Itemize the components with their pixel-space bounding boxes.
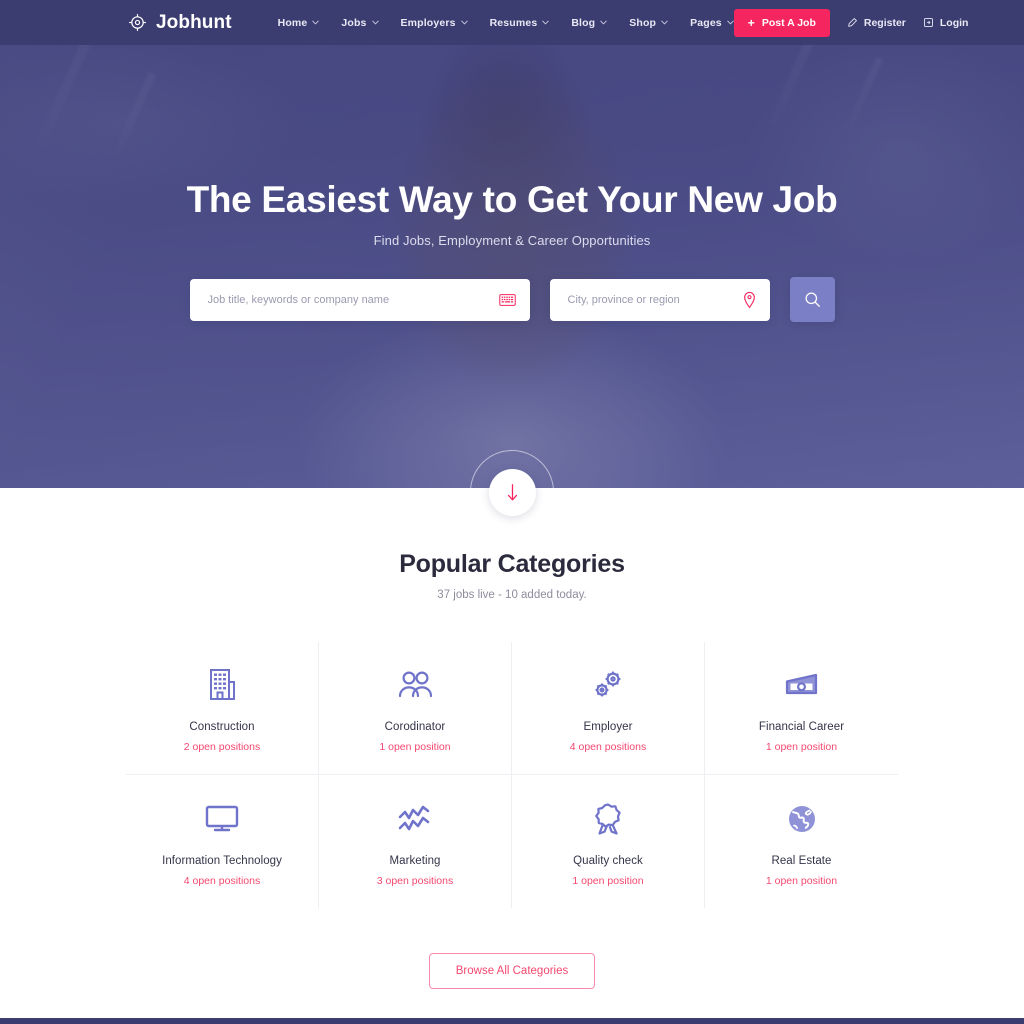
- nav-actions: + Post A Job Register Login: [733, 8, 969, 37]
- category-count: 1 open position: [572, 874, 644, 887]
- category-count: 1 open position: [765, 874, 838, 887]
- nav-item-shop[interactable]: Shop: [629, 17, 668, 29]
- brand-logo[interactable]: Jobhunt: [128, 12, 232, 34]
- popular-categories-section: Popular Categories 37 jobs live - 10 add…: [0, 488, 1024, 989]
- nav-item-label: Pages: [690, 16, 722, 29]
- nav-item-jobs[interactable]: Jobs: [341, 16, 379, 29]
- nav-item-pages[interactable]: Pages: [690, 17, 734, 29]
- category-name: Financial Career: [758, 721, 845, 733]
- category-count: 1 open position: [765, 741, 838, 753]
- gears-icon: [591, 663, 625, 707]
- category-name: Corodinator: [384, 721, 446, 733]
- category-name: Quality check: [573, 854, 643, 867]
- category-count: 3 open positions: [376, 874, 454, 887]
- nav-item-label: Employers: [400, 16, 456, 29]
- category-name: Information Technology: [162, 854, 282, 867]
- hero-content: The Easiest Way to Get Your New Job Find…: [0, 0, 1024, 488]
- category-name: Marketing: [389, 854, 441, 867]
- hero-section: Jobhunt Home Jobs Employers Resumes Blog: [0, 0, 1024, 488]
- category-card-real-estate[interactable]: Real Estate 1 open position: [705, 775, 898, 908]
- categories-grid: Construction 2 open positions Corodinato…: [126, 642, 898, 908]
- nav-item-label: Blog: [571, 16, 596, 29]
- category-card-financial-career[interactable]: Financial Career 1 open position: [705, 642, 898, 775]
- hero-subtitle: Find Jobs, Employment & Career Opportuni…: [373, 233, 651, 249]
- location-field-wrap: [549, 278, 770, 321]
- globe-icon: [786, 797, 818, 841]
- footer-top-bar: [0, 1018, 1024, 1024]
- category-count: 4 open positions: [183, 874, 261, 887]
- section-title: Popular Categories: [399, 550, 625, 578]
- chevron-down-icon: [542, 20, 550, 25]
- login-label: Login: [939, 16, 969, 29]
- chevron-down-icon: [661, 20, 668, 25]
- location-search-input[interactable]: [549, 278, 770, 321]
- chart-zigzag-icon: [397, 797, 433, 841]
- chevron-down-icon: [460, 20, 468, 25]
- category-card-marketing[interactable]: Marketing 3 open positions: [319, 775, 512, 908]
- login-card-icon: [923, 18, 933, 27]
- arrow-down-icon: [507, 483, 517, 500]
- navbar: Jobhunt Home Jobs Employers Resumes Blog: [0, 0, 1024, 45]
- chevron-down-icon: [371, 20, 379, 25]
- category-count: 2 open positions: [183, 741, 261, 753]
- plus-icon: +: [747, 15, 755, 30]
- category-card-corodinator[interactable]: Corodinator 1 open position: [319, 642, 512, 775]
- money-icon: [783, 663, 821, 707]
- users-icon: [396, 663, 434, 707]
- category-name: Real Estate: [771, 854, 832, 867]
- chevron-down-icon: [600, 20, 608, 25]
- category-name: Employer: [583, 721, 633, 733]
- hero-title: The Easiest Way to Get Your New Job: [186, 179, 838, 220]
- category-card-information-technology[interactable]: Information Technology 4 open positions: [126, 775, 319, 908]
- award-ribbon-icon: [592, 797, 624, 841]
- monitor-icon: [203, 797, 241, 841]
- nav-item-home[interactable]: Home: [278, 17, 320, 29]
- job-search-form: [189, 277, 835, 323]
- keyword-field-wrap: [189, 278, 530, 321]
- nav-item-label: Home: [277, 16, 308, 29]
- chevron-down-icon: [727, 20, 734, 25]
- category-card-employer[interactable]: Employer 4 open positions: [512, 642, 705, 775]
- post-a-job-button[interactable]: + Post A Job: [733, 8, 830, 37]
- nav-item-label: Shop: [629, 16, 657, 29]
- category-card-quality-check[interactable]: Quality check 1 open position: [512, 775, 705, 908]
- register-link[interactable]: Register: [847, 17, 906, 29]
- nav-item-blog[interactable]: Blog: [571, 16, 608, 29]
- category-count: 4 open positions: [569, 741, 647, 753]
- pencil-icon: [848, 18, 857, 27]
- browse-all-wrap: Browse All Categories: [0, 953, 1024, 989]
- login-link[interactable]: Login: [923, 16, 969, 29]
- search-submit-button[interactable]: [789, 277, 835, 323]
- brand-name: Jobhunt: [156, 11, 232, 33]
- section-subtitle: 37 jobs live - 10 added today.: [437, 589, 587, 601]
- nav-links: Home Jobs Employers Resumes Blog Shop Pa…: [278, 17, 734, 29]
- nav-item-employers[interactable]: Employers: [401, 17, 468, 29]
- nav-item-label: Jobs: [341, 16, 367, 29]
- scroll-down-widget: [464, 450, 560, 544]
- category-card-construction[interactable]: Construction 2 open positions: [126, 642, 319, 775]
- nav-item-label: Resumes: [489, 16, 538, 29]
- nav-item-resumes[interactable]: Resumes: [490, 17, 550, 29]
- search-icon: [804, 292, 820, 308]
- category-name: Construction: [189, 721, 255, 733]
- category-count: 1 open position: [379, 741, 451, 753]
- post-a-job-label: Post A Job: [761, 16, 816, 29]
- register-label: Register: [863, 16, 906, 29]
- crosshair-target-icon: [129, 14, 146, 31]
- scroll-down-button[interactable]: [488, 468, 536, 516]
- keyword-search-input[interactable]: [189, 278, 530, 321]
- building-icon: [207, 663, 237, 707]
- chevron-down-icon: [312, 20, 320, 25]
- browse-all-categories-button[interactable]: Browse All Categories: [428, 953, 596, 989]
